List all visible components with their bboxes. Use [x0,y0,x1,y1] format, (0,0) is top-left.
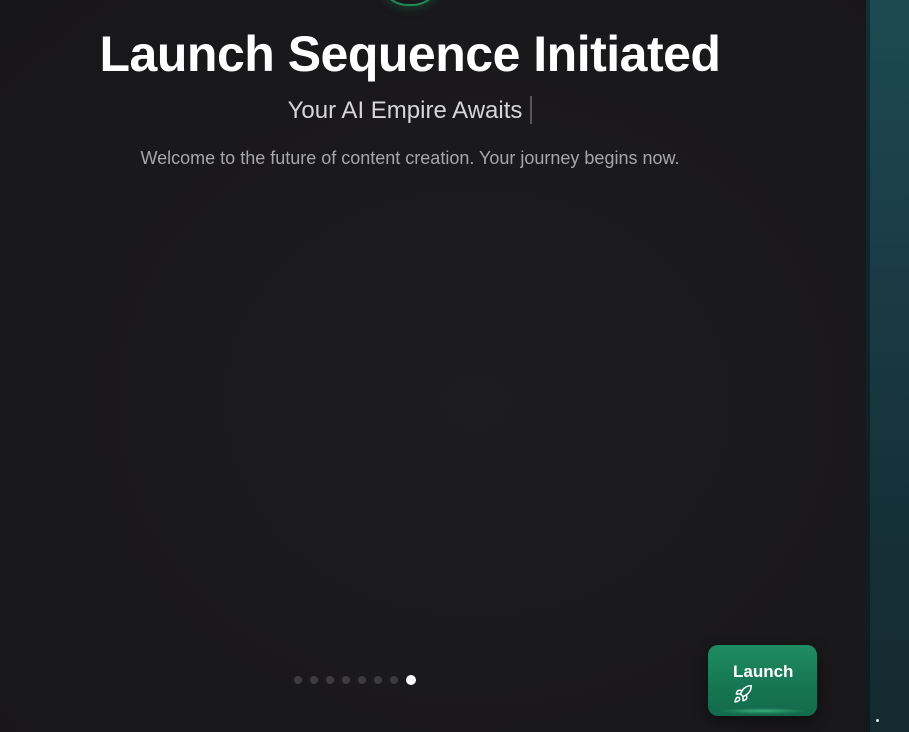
step-dot-4[interactable] [342,676,350,684]
typing-caret [530,96,533,124]
launch-button[interactable]: Launch [708,645,817,716]
step-dot-1[interactable] [294,676,302,684]
welcome-description: Welcome to the future of content creatio… [140,148,680,168]
launch-button-label: Launch [733,662,794,681]
logo-ring [378,0,442,6]
step-dot-3[interactable] [326,676,334,684]
subtitle-text: Your AI Empire Awaits [287,97,523,124]
step-indicator [294,675,416,685]
step-dot-6[interactable] [374,676,382,684]
step-dot-8-active[interactable] [406,675,416,685]
rocket-icon [734,684,753,703]
step-dot-5[interactable] [358,676,366,684]
page-title: Launch Sequence Initiated [99,26,721,82]
subtitle: Your AI Empire Awaits [0,96,820,126]
side-panel-dot [876,719,879,722]
step-dot-7[interactable] [390,676,398,684]
step-dot-2[interactable] [310,676,318,684]
onboarding-panel: Launch Sequence Initiated Your AI Empire… [0,0,866,732]
side-panel-edge [866,0,909,732]
